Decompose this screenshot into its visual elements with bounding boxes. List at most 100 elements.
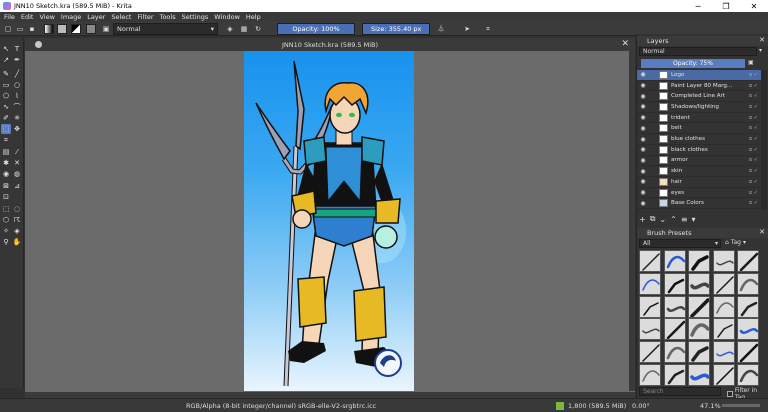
multibrush-icon[interactable]: ✳ — [12, 113, 22, 123]
color-picker-icon[interactable]: ⁄ — [12, 147, 22, 157]
brush-preset-item[interactable] — [737, 295, 759, 318]
layer-item-completed-line-art[interactable]: ◉ Completed Line Art α ✓ — [637, 91, 761, 103]
visibility-eye-icon[interactable]: ◉ — [639, 93, 647, 100]
menu-tools[interactable]: Tools — [160, 13, 176, 21]
lock-icon[interactable]: ▣ — [748, 59, 754, 66]
brush-preset-item[interactable] — [663, 318, 686, 341]
menu-edit[interactable]: Edit — [21, 13, 34, 21]
fill-tool-icon[interactable]: ◉ — [1, 169, 11, 179]
layer-item-skin[interactable]: ◉ skin α ✓ — [637, 166, 761, 177]
move-tool-icon[interactable]: ✥ — [12, 124, 22, 134]
enclose-fill-icon[interactable]: ◍ — [12, 169, 22, 179]
dynamic-brush-icon[interactable]: ✐ — [1, 113, 11, 123]
brush-preset-item[interactable] — [712, 272, 735, 295]
smart-patch-icon[interactable]: ✕ — [12, 158, 22, 168]
layer-opacity-slider[interactable]: Opacity: 75% — [641, 59, 745, 68]
move-layer-up-icon[interactable]: ⌃ — [670, 215, 677, 224]
delete-layer-icon[interactable]: ▾ — [692, 215, 696, 224]
brush-preset-item[interactable] — [737, 364, 759, 386]
brush-preset-item[interactable] — [639, 250, 661, 272]
brush-preset-item[interactable] — [688, 295, 710, 318]
add-layer-icon[interactable]: + — [639, 215, 646, 224]
text-tool-icon[interactable]: T — [12, 44, 22, 54]
brush-preset-item[interactable] — [663, 341, 686, 364]
menu-select[interactable]: Select — [111, 13, 131, 21]
move-layer-down-icon[interactable]: ⌄ — [659, 215, 666, 224]
brush-preset-item[interactable] — [688, 364, 710, 386]
layer-flags[interactable]: α ✓ — [739, 147, 761, 153]
polygon-tool-icon[interactable]: ⬠ — [1, 91, 11, 101]
checkbox-box[interactable] — [727, 391, 733, 397]
pattern-selector[interactable] — [57, 24, 67, 34]
rotation-label[interactable]: 0.00° — [632, 402, 650, 410]
layer-flags[interactable]: α ✓ — [739, 200, 761, 206]
calligraphy-icon[interactable]: ✒ — [12, 55, 22, 65]
select-shapes-icon[interactable]: ↖ — [1, 44, 11, 54]
minimize-button[interactable]: ─ — [684, 0, 712, 12]
brush-tag-control[interactable]: ⌂ Tag ▾ — [725, 239, 746, 246]
brush-preset-item[interactable] — [737, 318, 759, 341]
visibility-eye-icon[interactable]: ◉ — [639, 189, 647, 196]
measure-tool-icon[interactable]: ⊿ — [12, 181, 22, 191]
brush-preset-item[interactable] — [639, 295, 661, 318]
layer-flags[interactable]: α ✓ — [739, 83, 761, 89]
layer-flags[interactable]: α ✓ — [739, 190, 761, 196]
brush-preset-item[interactable] — [639, 318, 661, 341]
layer-item-eyes[interactable]: ◉ eyes α ✓ — [637, 188, 761, 199]
brush-preset-item[interactable] — [639, 364, 661, 386]
brush-preset-item[interactable] — [688, 318, 710, 341]
brush-preset-item[interactable] — [737, 341, 759, 364]
layer-flags[interactable]: α ✓ — [739, 168, 761, 174]
mirror-horizontal-icon[interactable]: ⏃ — [436, 24, 446, 34]
brush-preset-item[interactable] — [663, 295, 686, 318]
layer-flags[interactable]: α ✓ — [739, 72, 761, 78]
brush-preset-item[interactable] — [737, 250, 759, 272]
layer-flags[interactable]: α ✓ — [739, 179, 761, 185]
layer-flags[interactable]: α ✓ — [739, 115, 761, 121]
save-document-icon[interactable]: ▪ — [27, 24, 37, 34]
panel-close-icon[interactable]: ✕ — [759, 228, 765, 236]
transform-tool-icon[interactable]: ⬚ — [1, 124, 11, 134]
bezier-tool-icon[interactable]: ∿ — [1, 102, 11, 112]
rectangle-tool-icon[interactable]: ▭ — [1, 80, 11, 90]
maximize-button[interactable]: ❐ — [712, 0, 740, 12]
menu-settings[interactable]: Settings — [182, 13, 209, 21]
polyline-tool-icon[interactable]: ⌇ — [12, 91, 22, 101]
layer-filter-icon[interactable]: ▾ — [759, 47, 762, 54]
opacity-slider[interactable]: Opacity: 100% — [277, 23, 355, 35]
layer-item-shadows-lighting[interactable]: ◉ Shadows/lighting α ✓ — [637, 102, 761, 113]
brush-preset-item[interactable] — [712, 364, 735, 386]
freehand-brush-icon[interactable]: ✎ — [1, 69, 11, 79]
brush-settings-icon[interactable]: ▣ — [101, 24, 111, 34]
brush-preset-item[interactable] — [639, 341, 661, 364]
ellipse-tool-icon[interactable]: ○ — [12, 80, 22, 90]
layer-item-hair[interactable]: ◉ hair α ✓ — [637, 177, 761, 188]
blend-mode-select[interactable]: Normal ▾ — [113, 23, 218, 35]
visibility-eye-icon[interactable]: ◉ — [639, 103, 647, 110]
layer-flags[interactable]: α ✓ — [739, 125, 761, 131]
menu-window[interactable]: Window — [214, 13, 240, 21]
layer-flags[interactable]: α ✓ — [739, 93, 761, 99]
visibility-eye-icon[interactable]: ◉ — [639, 114, 647, 121]
duplicate-layer-icon[interactable]: ⧉ — [650, 214, 656, 224]
visibility-eye-icon[interactable]: ◉ — [639, 157, 647, 164]
wrap-around-icon[interactable]: ⌗ — [483, 24, 493, 34]
brush-preset-item[interactable] — [712, 295, 735, 318]
artwork-canvas[interactable] — [244, 51, 414, 391]
document-tab[interactable]: JNN10 Sketch.kra (589.5 MiB) ✕ — [25, 38, 635, 51]
brush-preset-item[interactable] — [712, 318, 735, 341]
brush-preset-item[interactable] — [712, 341, 735, 364]
visibility-eye-icon[interactable]: ◉ — [639, 200, 647, 207]
brush-preset-item[interactable] — [663, 364, 686, 386]
layer-item-blue-clothes[interactable]: ◉ blue clothes α ✓ — [637, 134, 761, 145]
close-button[interactable]: ✕ — [740, 0, 768, 12]
rectangular-selection-icon[interactable]: ⬚ — [1, 204, 11, 214]
pan-tool-icon[interactable]: ✋ — [12, 237, 22, 247]
menu-layer[interactable]: Layer — [87, 13, 105, 21]
visibility-eye-icon[interactable]: ◉ — [639, 146, 647, 153]
gradient-tool-icon[interactable]: ▤ — [1, 147, 11, 157]
reference-images-icon[interactable]: ⊡ — [1, 192, 11, 202]
visibility-eye-icon[interactable]: ◉ — [639, 136, 647, 143]
layer-list-scrollbar[interactable] — [761, 70, 767, 210]
brush-preset-item[interactable] — [663, 272, 686, 295]
